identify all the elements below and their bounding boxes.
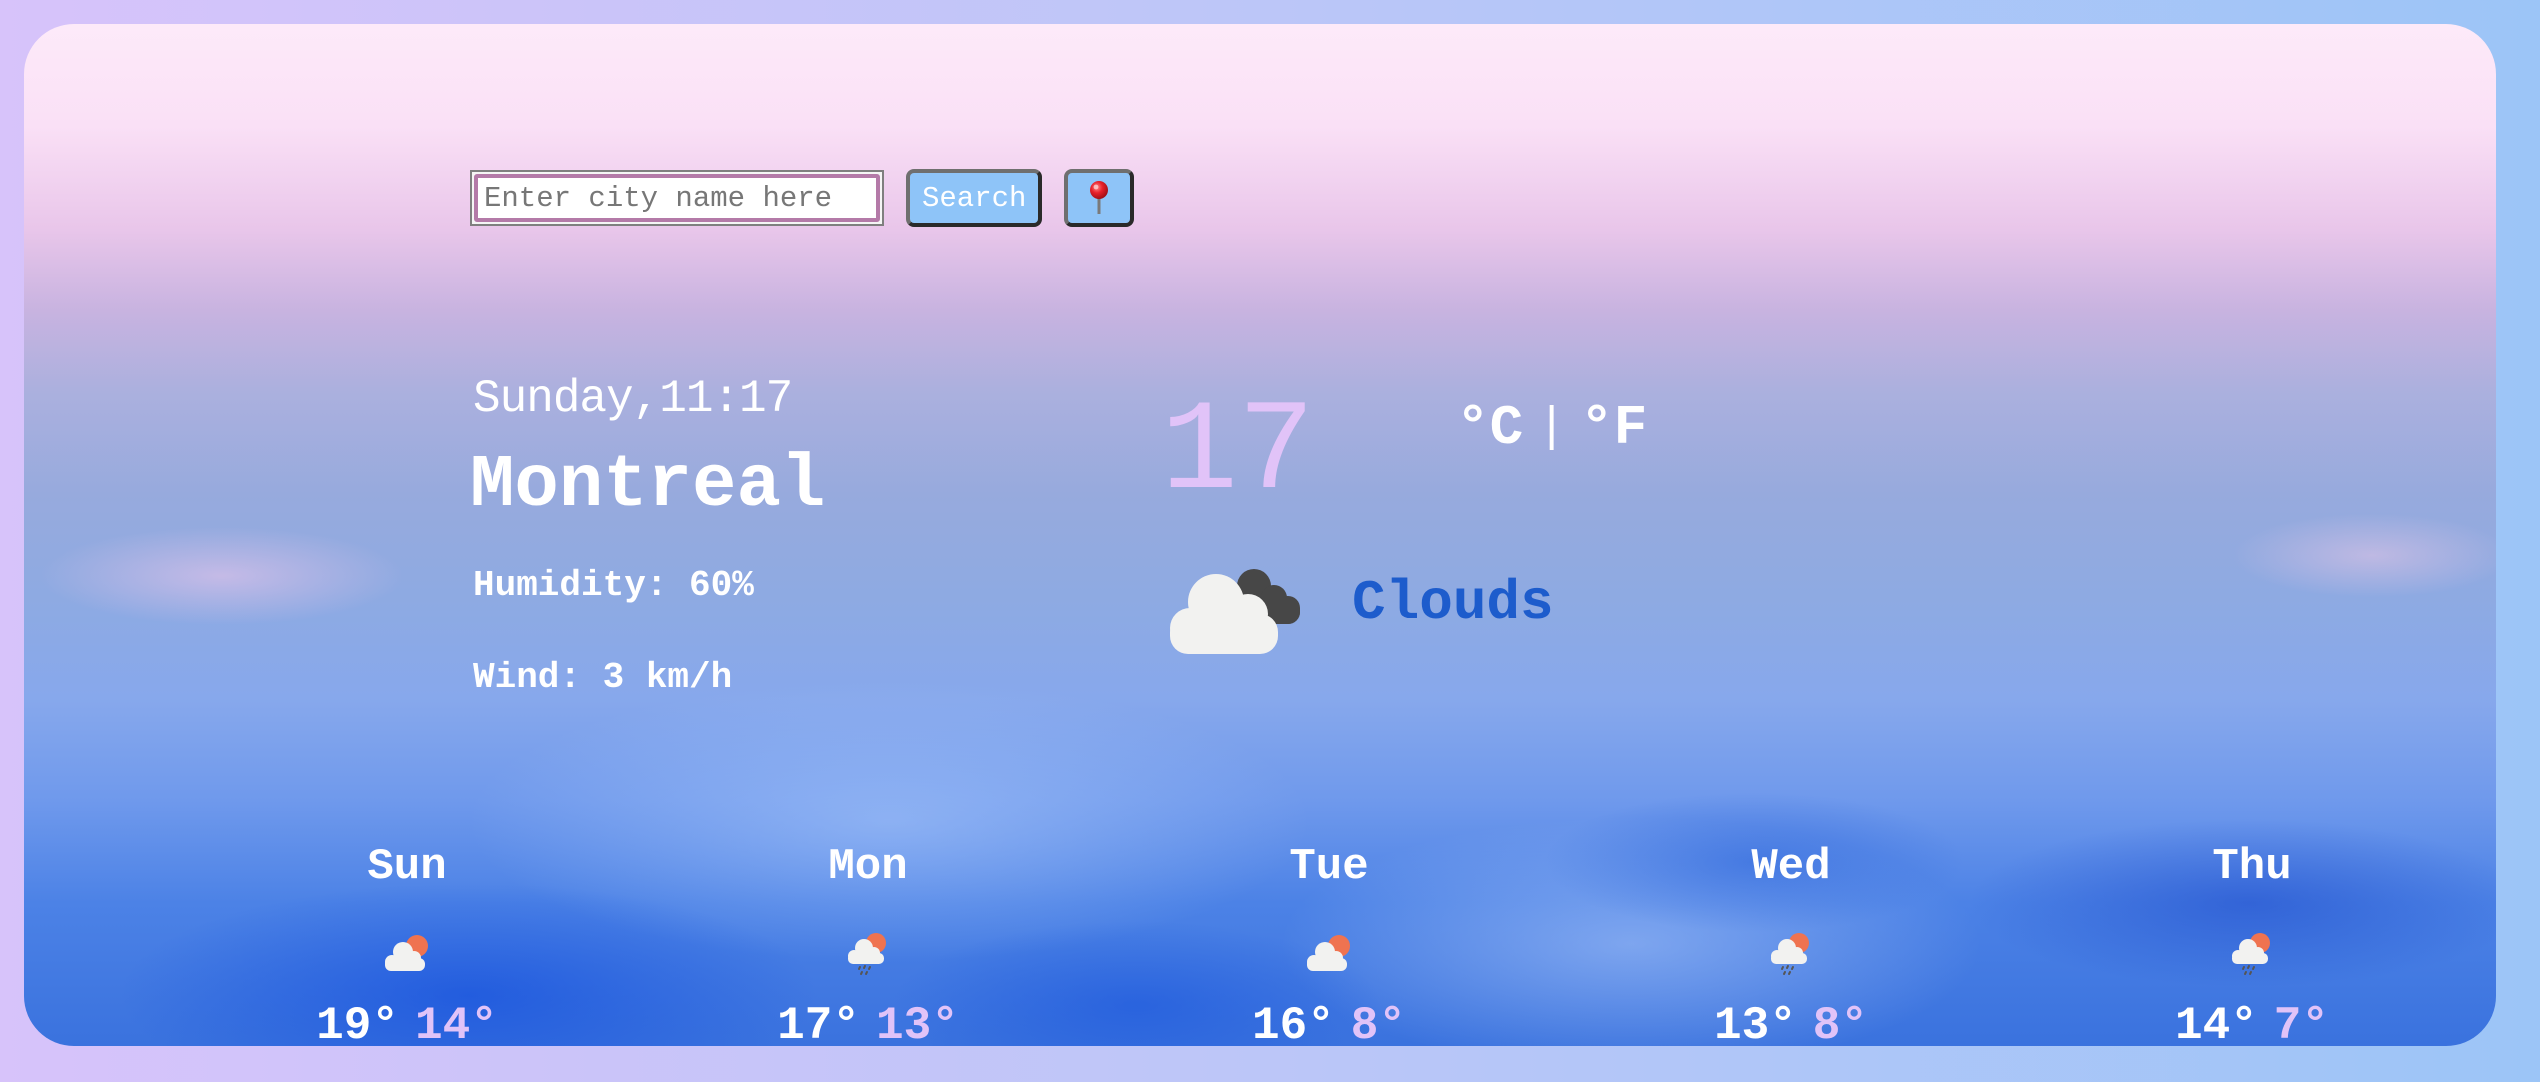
forecast-min-temp: 8° [1812, 1000, 1869, 1046]
forecast-day-name: Sun [367, 842, 447, 892]
humidity-readout: Humidity: 60% [473, 565, 754, 606]
city-name: Montreal [470, 444, 826, 528]
search-form: Search [470, 169, 1135, 227]
forecast-min-temp: 8° [1350, 1000, 1407, 1046]
forecast-day: Wed 13° 8° [1641, 842, 1941, 1046]
search-button[interactable]: Search [906, 169, 1043, 227]
forecast-day-name: Mon [828, 842, 908, 892]
forecast-min-temp: 13° [876, 1000, 959, 1046]
weather-description: Clouds [1352, 571, 1554, 635]
forecast-temps: 13° 8° [1641, 1000, 1941, 1046]
forecast-max-temp: 16° [1251, 1000, 1335, 1046]
partly-cloudy-day-icon [1307, 935, 1350, 971]
fahrenheit-link[interactable]: °F [1580, 396, 1647, 460]
wind-readout: Wind: 3 km/h [473, 657, 733, 698]
weather-card: Search Sunday,11:17 Montreal Humidity: 6… [24, 24, 2496, 1046]
forecast-temps: 16° 8° [1179, 1000, 1479, 1046]
forecast-day: Sun 19° 14° [257, 842, 557, 1046]
forecast-temps: 14° 7° [2102, 1000, 2402, 1046]
forecast-min-temp: 14° [415, 1000, 498, 1046]
forecast-max-temp: 19° [316, 1000, 399, 1046]
broken-clouds-icon [1170, 569, 1300, 654]
current-location-button[interactable] [1064, 169, 1135, 227]
forecast-temps: 17° 13° [718, 1000, 1018, 1046]
round-pushpin-icon [1090, 181, 1109, 214]
forecast-max-temp: 13° [1713, 1000, 1797, 1046]
city-search-input[interactable] [474, 174, 880, 222]
unit-toggle: °C | °F [1456, 396, 1647, 460]
celsius-link[interactable]: °C [1456, 396, 1523, 460]
unit-separator: | [1537, 401, 1567, 455]
forecast-day-name: Thu [2212, 842, 2292, 892]
current-temperature: 17 [1161, 381, 1315, 526]
forecast-max-temp: 14° [2174, 1000, 2258, 1046]
forecast-day: Mon 17° 13° [718, 842, 1018, 1046]
city-input-frame [470, 170, 884, 226]
partly-cloudy-day-icon [385, 935, 428, 971]
forecast-day-name: Tue [1289, 842, 1369, 892]
forecast-temps: 19° 14° [257, 1000, 557, 1046]
forecast-day: Tue 16° 8° [1179, 842, 1479, 1046]
forecast-day-name: Wed [1751, 842, 1831, 892]
current-datetime: Sunday,11:17 [473, 373, 793, 425]
forecast-day: Thu 14° 7° [2102, 842, 2402, 1046]
forecast-row: Sun 19° 14° Mon 17° 13° Tue 16° 8° Wed 1… [24, 842, 2496, 1046]
rain-day-icon [848, 933, 886, 975]
rain-day-icon [2232, 933, 2270, 975]
rain-day-icon [1771, 933, 1809, 975]
forecast-max-temp: 17° [777, 1000, 860, 1046]
forecast-min-temp: 7° [2273, 1000, 2330, 1046]
